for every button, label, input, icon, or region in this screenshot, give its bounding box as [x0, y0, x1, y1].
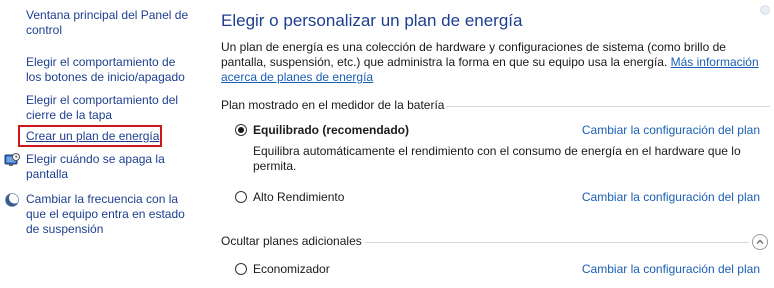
hidden-plans-label: Ocultar planes adicionales [221, 234, 362, 248]
radio-power-saver[interactable] [235, 263, 247, 275]
sidebar-link-power-buttons[interactable]: Elegir el comportamiento de los botones … [26, 55, 194, 85]
description-text: Un plan de energía es una colección de h… [221, 40, 726, 69]
highlight-annotation [18, 125, 162, 147]
change-plan-link-power-saver[interactable]: Cambiar la configuración del plan [582, 262, 760, 277]
change-plan-link-balanced[interactable]: Cambiar la configuración del plan [582, 123, 760, 138]
plan-name[interactable]: Equilibrado (recomendado) [253, 123, 409, 138]
battery-group-label: Plan mostrado en el medidor de la baterí… [221, 98, 445, 112]
group-divider [365, 242, 749, 243]
sidebar: Ventana principal del Panel de control E… [0, 0, 200, 288]
page-title: Elegir o personalizar un plan de energía [221, 11, 523, 30]
moon-icon [4, 192, 20, 208]
radio-balanced[interactable] [235, 124, 247, 136]
help-question-icon[interactable] [760, 2, 770, 15]
sidebar-link-display-off[interactable]: Elegir cuándo se apaga la pantalla [26, 152, 194, 182]
plan-row-power-saver: Economizador Cambiar la configuración de… [235, 261, 770, 279]
sidebar-link-lid-close[interactable]: Elegir el comportamiento del cierre de l… [26, 93, 194, 123]
sidebar-link-control-panel-home[interactable]: Ventana principal del Panel de control [26, 8, 194, 38]
main-content: Elegir o personalizar un plan de energía… [221, 0, 774, 288]
group-divider [446, 106, 770, 107]
collapse-chevron-up-icon[interactable] [752, 234, 768, 250]
plan-row-high-performance: Alto Rendimiento Cambiar la configuració… [235, 189, 770, 207]
display-clock-icon [4, 152, 20, 168]
sidebar-link-sleep[interactable]: Cambiar la frecuencia con la que el equi… [26, 192, 194, 237]
radio-high-performance[interactable] [235, 191, 247, 203]
page-description: Un plan de energía es una colección de h… [221, 40, 769, 85]
plan-row-balanced: Equilibrado (recomendado) Cambiar la con… [235, 122, 770, 140]
plan-name[interactable]: Economizador [253, 262, 330, 277]
plan-description-balanced: Equilibra automáticamente el rendimiento… [253, 144, 741, 173]
change-plan-link-high-performance[interactable]: Cambiar la configuración del plan [582, 190, 760, 205]
plan-name[interactable]: Alto Rendimiento [253, 190, 344, 205]
